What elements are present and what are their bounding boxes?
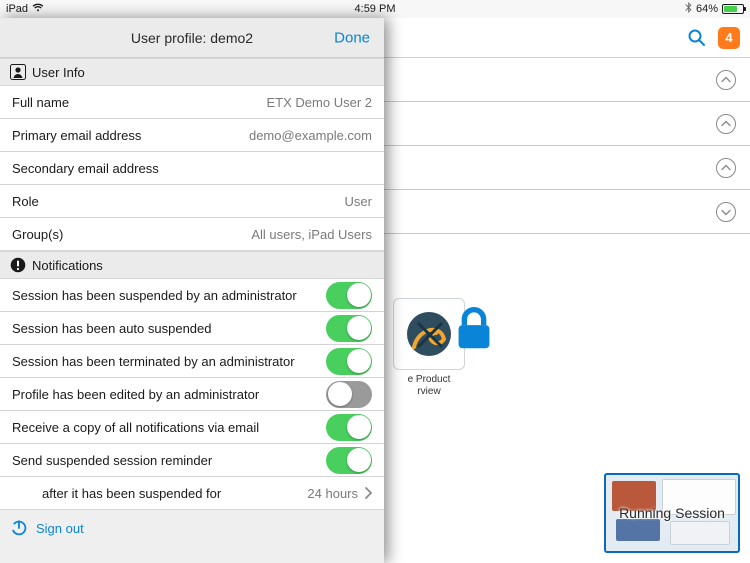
bluetooth-icon xyxy=(685,2,692,16)
chevron-right-icon xyxy=(364,487,372,499)
primary-email-row: Primary email address demo@example.com xyxy=(0,119,384,152)
role-label: Role xyxy=(12,194,345,209)
battery-percent: 64% xyxy=(696,3,718,15)
notification-toggle[interactable] xyxy=(326,414,372,441)
secondary-email-row: Secondary email address xyxy=(0,152,384,185)
notification-toggle[interactable] xyxy=(326,348,372,375)
reminder-after-row[interactable]: after it has been suspended for 24 hours xyxy=(0,477,384,510)
notification-badge[interactable]: 4 xyxy=(718,27,740,49)
primary-email-value: demo@example.com xyxy=(249,128,372,143)
groups-value: All users, iPad Users xyxy=(251,227,372,242)
notification-row-2: Session has been terminated by an admini… xyxy=(0,345,384,378)
status-bar: iPad 4:59 PM 64% xyxy=(0,0,750,18)
groups-label: Group(s) xyxy=(12,227,251,242)
full-name-label: Full name xyxy=(12,95,267,110)
chevron-up-icon xyxy=(716,70,736,90)
notification-toggle[interactable] xyxy=(326,447,372,474)
device-label: iPad xyxy=(6,3,28,15)
notification-label: Session has been suspended by an adminis… xyxy=(12,288,326,303)
search-icon[interactable] xyxy=(686,27,708,49)
primary-email-label: Primary email address xyxy=(12,128,249,143)
notification-toggle[interactable] xyxy=(326,381,372,408)
notification-toggle[interactable] xyxy=(326,282,372,309)
power-icon xyxy=(10,519,28,537)
role-row: Role User xyxy=(0,185,384,218)
panel-header: User profile: demo2 Done xyxy=(0,18,384,58)
reminder-after-value: 24 hours xyxy=(307,486,358,501)
sign-out-label: Sign out xyxy=(36,521,84,536)
notification-row-4: Receive a copy of all notifications via … xyxy=(0,411,384,444)
groups-row: Group(s) All users, iPad Users xyxy=(0,218,384,251)
chevron-up-icon xyxy=(716,114,736,134)
notification-row-0: Session has been suspended by an adminis… xyxy=(0,279,384,312)
full-name-value: ETX Demo User 2 xyxy=(267,95,372,110)
lock-icon xyxy=(447,302,461,316)
notification-toggle[interactable] xyxy=(326,315,372,342)
product-tile[interactable]: e Product rview xyxy=(386,298,472,398)
product-label: e Product rview xyxy=(386,374,472,398)
secondary-email-label: Secondary email address xyxy=(12,161,372,176)
notification-label: Receive a copy of all notifications via … xyxy=(12,420,326,435)
user-profile-panel: User profile: demo2 Done User Info Full … xyxy=(0,18,384,563)
notification-label: Profile has been edited by an administra… xyxy=(12,387,326,402)
notification-row-1: Session has been auto suspended xyxy=(0,312,384,345)
full-name-row: Full name ETX Demo User 2 xyxy=(0,86,384,119)
sign-out-button[interactable]: Sign out xyxy=(0,510,384,546)
wifi-icon xyxy=(32,3,44,15)
notification-label: Send suspended session reminder xyxy=(12,453,326,468)
running-session-thumbnail[interactable]: Running Session xyxy=(604,473,740,553)
notification-row-3: Profile has been edited by an administra… xyxy=(0,378,384,411)
notifications-section-header: Notifications xyxy=(0,251,384,279)
notification-label: Session has been terminated by an admini… xyxy=(12,354,326,369)
clock: 4:59 PM xyxy=(355,3,396,15)
done-button[interactable]: Done xyxy=(334,29,370,46)
notification-label: Session has been auto suspended xyxy=(12,321,326,336)
role-value: User xyxy=(345,194,372,209)
alert-icon xyxy=(10,257,26,273)
panel-title: User profile: demo2 xyxy=(131,30,253,46)
user-icon xyxy=(10,64,26,80)
user-info-section-header: User Info xyxy=(0,58,384,86)
notification-row-5: Send suspended session reminder xyxy=(0,444,384,477)
battery-icon xyxy=(722,4,744,14)
chevron-up-icon xyxy=(716,158,736,178)
reminder-after-label: after it has been suspended for xyxy=(12,486,307,501)
chevron-down-icon xyxy=(716,202,736,222)
running-session-label: Running Session xyxy=(606,505,738,521)
